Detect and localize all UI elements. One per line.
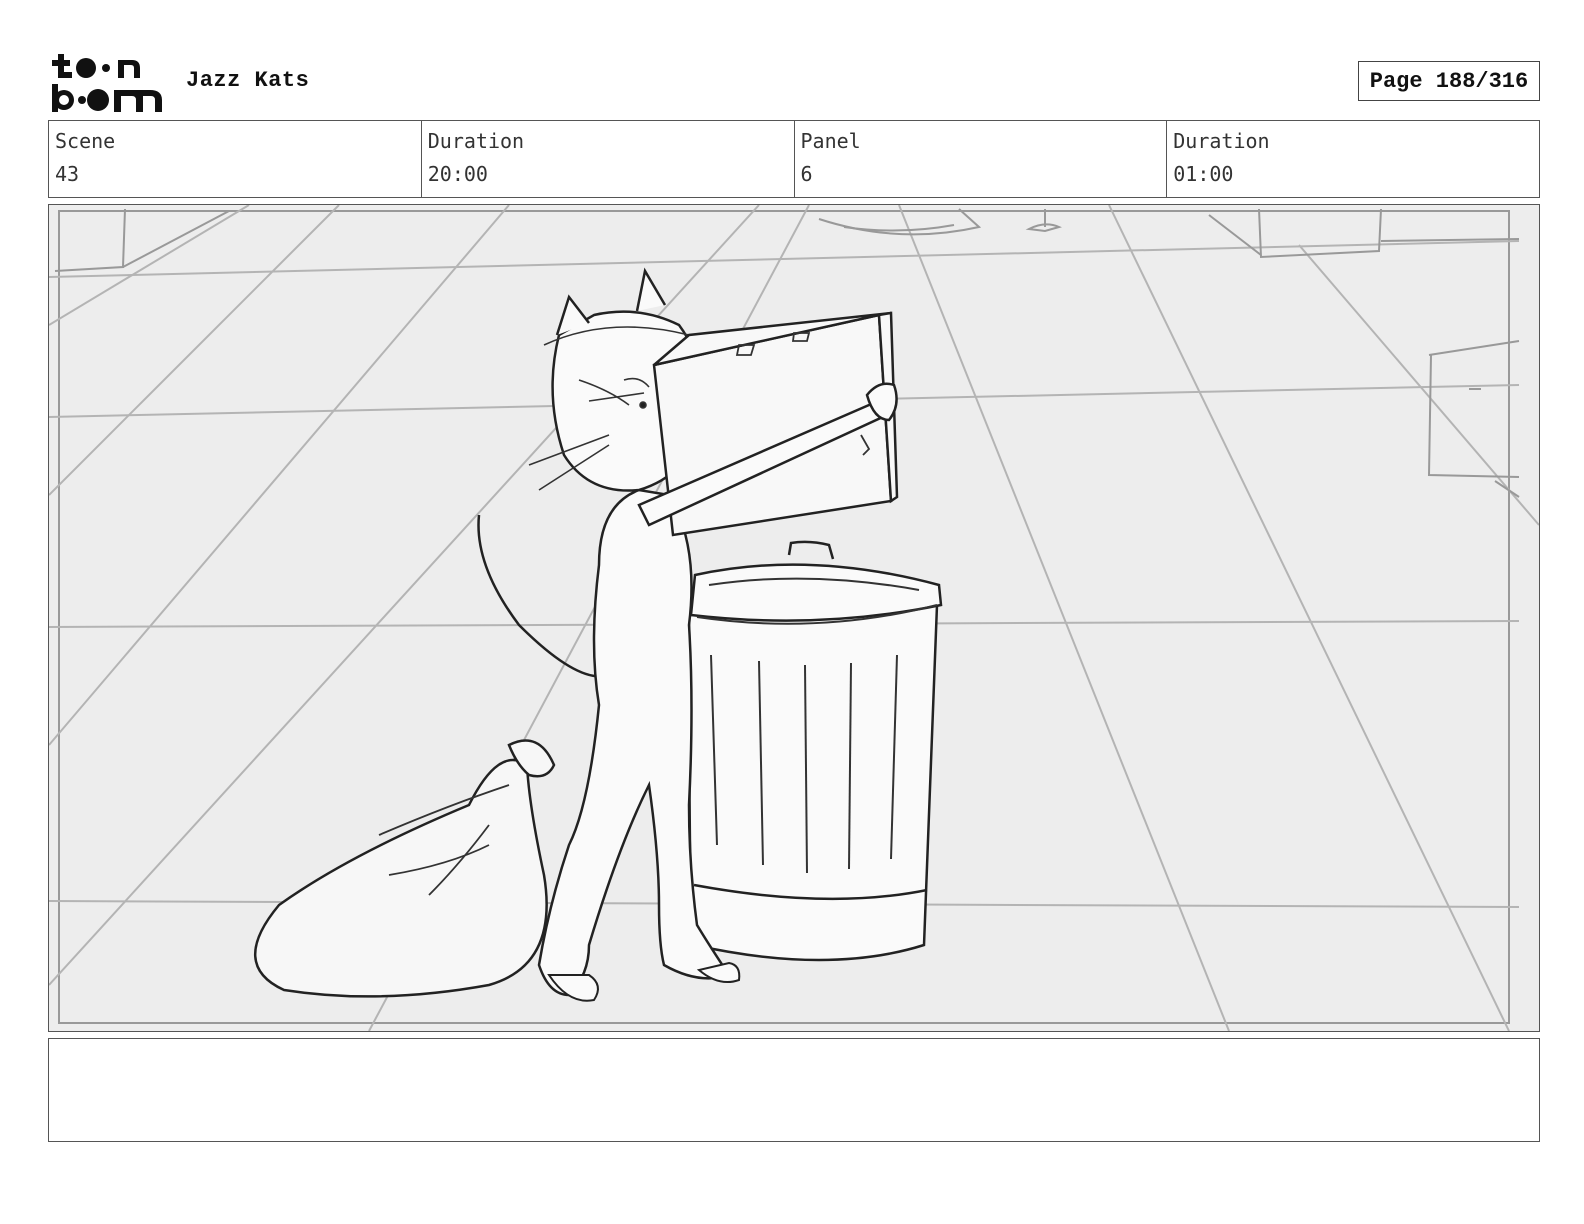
scene-duration-cell: Duration 20:00 <box>422 121 795 197</box>
scene-info-row: Scene 43 Duration 20:00 Panel 6 Duration… <box>48 120 1540 198</box>
panel-duration-value: 01:00 <box>1173 162 1234 186</box>
page-indicator: Page 188/316 <box>1358 61 1540 101</box>
panel-duration-label: Duration <box>1173 129 1270 153</box>
panel-cell: Panel 6 <box>795 121 1168 197</box>
panel-value: 6 <box>800 162 813 186</box>
scene-label: Scene <box>55 129 116 153</box>
panel-label: Panel <box>800 129 861 153</box>
panel-image-frame <box>48 204 1540 1032</box>
scene-duration-label: Duration <box>427 129 525 153</box>
scene-value: 43 <box>55 162 80 186</box>
scene-duration-value: 20:00 <box>427 162 488 186</box>
storyboard-sketch-icon <box>49 205 1539 1031</box>
project-title: Jazz Kats <box>186 68 310 93</box>
panel-notes-box[interactable] <box>48 1038 1540 1142</box>
scene-cell: Scene 43 <box>49 121 422 197</box>
toonboom-logo-icon <box>52 52 164 112</box>
panel-duration-cell: Duration 01:00 <box>1167 121 1539 197</box>
